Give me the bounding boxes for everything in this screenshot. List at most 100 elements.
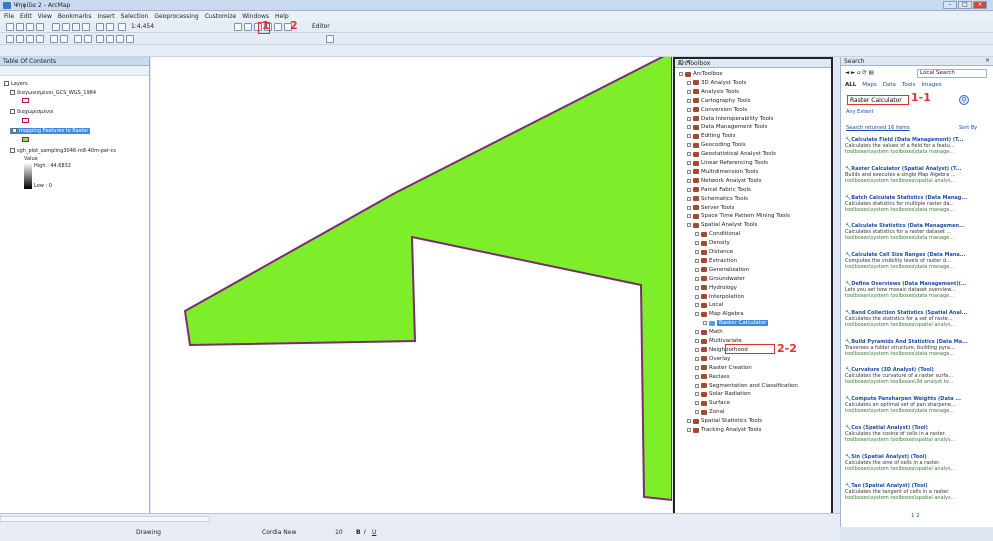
expand-icon[interactable] — [695, 312, 699, 317]
menu-view[interactable]: View — [38, 13, 52, 20]
expand-icon[interactable] — [695, 258, 699, 263]
toolset-item[interactable]: Overlay — [695, 356, 730, 362]
checkbox-icon[interactable] — [10, 109, 15, 114]
any-extent-link[interactable]: Any Extent — [846, 109, 873, 115]
expand-icon[interactable] — [695, 232, 699, 237]
identify-icon[interactable] — [106, 35, 114, 43]
layers-root[interactable]: Layers — [4, 81, 28, 87]
tab-all[interactable]: ALL — [845, 82, 856, 88]
toolbox-item[interactable]: Geostatistical Analyst Tools — [687, 151, 776, 157]
toolbox-item[interactable]: Spatial Statistics Tools — [687, 418, 762, 424]
toolset-item[interactable]: Local — [695, 302, 723, 308]
expand-icon[interactable] — [695, 241, 699, 246]
close-button[interactable]: × — [973, 1, 987, 9]
back-icon[interactable] — [50, 35, 58, 43]
toolbox-item[interactable]: Conversion Tools — [687, 107, 747, 113]
bold-button[interactable]: B — [356, 529, 361, 536]
expand-icon[interactable] — [687, 419, 691, 424]
result-title[interactable]: Band Collection Statistics (Spatial Anal… — [851, 310, 967, 316]
toolbox-item[interactable]: Server Tools — [687, 205, 734, 211]
menu-edit[interactable]: Edit — [20, 13, 32, 20]
italic-button[interactable]: I — [364, 529, 366, 536]
toolbox-item[interactable]: Network Analyst Tools — [687, 178, 761, 184]
expand-icon[interactable] — [687, 89, 691, 94]
menu-geoprocessing[interactable]: Geoprocessing — [154, 13, 198, 20]
expand-icon[interactable] — [687, 134, 691, 139]
toolset-item[interactable]: Hydrology — [695, 285, 737, 291]
toolset-item[interactable]: Zonal — [695, 409, 725, 415]
tab-maps[interactable]: Maps — [862, 82, 876, 88]
menu-bookmarks[interactable]: Bookmarks — [58, 13, 92, 20]
toolbox-item[interactable]: Data Interoperability Tools — [687, 116, 773, 122]
measure-icon[interactable] — [126, 35, 134, 43]
delete-icon[interactable] — [82, 23, 90, 31]
layer-item-selected[interactable]: mapping Features to Raster — [10, 128, 91, 134]
search-result[interactable]: 🔧Calculate Statistics (Data Managemen...… — [845, 223, 991, 241]
expand-icon[interactable] — [687, 80, 691, 85]
toolset-item[interactable]: Surface — [695, 400, 730, 406]
table-of-contents-icon[interactable] — [244, 23, 252, 31]
toolbox-item[interactable]: Linear Referencing Tools — [687, 160, 768, 166]
expand-icon[interactable] — [687, 161, 691, 165]
toolset-item[interactable]: Conditional — [695, 231, 740, 237]
expand-icon[interactable] — [687, 169, 691, 174]
expand-icon[interactable] — [695, 330, 699, 335]
layers-expand-icon[interactable] — [4, 81, 9, 86]
open-icon[interactable] — [16, 23, 24, 31]
expand-icon[interactable] — [687, 196, 691, 201]
editor-menu[interactable]: Editor — [312, 23, 330, 30]
layer-item[interactable]: sgh_plot_sampling3046-m8-40m-per-cs — [10, 148, 116, 154]
expand-icon[interactable] — [687, 205, 691, 210]
search-result[interactable]: 🔧Calculate Cell Size Ranges (Data Mana..… — [845, 252, 991, 270]
toolset-item[interactable]: Math — [695, 329, 723, 335]
menu-help[interactable]: Help — [275, 13, 289, 20]
expand-icon[interactable] — [695, 250, 699, 254]
expand-icon[interactable] — [687, 187, 691, 192]
menu-insert[interactable]: Insert — [97, 13, 114, 20]
toolbox-item[interactable]: Geocoding Tools — [687, 142, 746, 148]
search-result[interactable]: 🔧Cos (Spatial Analyst) (Tool) Calculates … — [845, 425, 991, 443]
toolbox-item[interactable]: Schematics Tools — [687, 196, 748, 202]
select-elements-icon[interactable] — [96, 35, 104, 43]
zoom-out-icon[interactable] — [16, 35, 24, 43]
toolbox-item[interactable]: Space Time Pattern Mining Tools — [687, 213, 790, 219]
toolset-item[interactable]: Extraction — [695, 258, 737, 264]
toolbox-item[interactable]: Parcel Fabric Tools — [687, 187, 751, 193]
toolbox-item[interactable]: Multidimension Tools — [687, 169, 758, 175]
maximize-button[interactable]: □ — [958, 1, 972, 9]
expand-icon[interactable] — [695, 276, 699, 281]
toolset-item[interactable]: Solar Radiation — [695, 391, 751, 397]
find-icon[interactable] — [116, 35, 124, 43]
expand-icon[interactable] — [703, 321, 707, 326]
full-extent-icon[interactable] — [36, 35, 44, 43]
toolset-item[interactable]: Generalization — [695, 267, 749, 273]
redo-icon[interactable] — [106, 23, 114, 31]
expand-icon[interactable] — [695, 285, 699, 290]
search-icon[interactable]: ⚲ — [959, 95, 969, 105]
search-result[interactable]: 🔧Sin (Spatial Analyst) (Tool) Calculates … — [845, 454, 991, 472]
search-result[interactable]: 🔧Curvature (3D Analyst) (Tool) Calculates… — [845, 367, 991, 385]
tool-raster-calculator[interactable]: Raster Calculator — [703, 320, 769, 327]
drawing-menu[interactable]: Drawing — [136, 529, 161, 536]
search-result[interactable]: 🔧Tan (Spatial Analyst) (Tool) Calculates … — [845, 483, 991, 501]
expand-icon[interactable] — [687, 116, 691, 121]
toolbox-item[interactable]: Tracking Analyst Tools — [687, 427, 761, 433]
result-title[interactable]: Batch Calculate Statistics (Data Manag..… — [851, 195, 967, 201]
expand-icon[interactable] — [687, 428, 691, 432]
expand-icon[interactable] — [695, 303, 699, 308]
expand-icon[interactable] — [695, 339, 699, 343]
pan-icon[interactable] — [26, 35, 34, 43]
search-result[interactable]: 🔧Batch Calculate Statistics (Data Manag.… — [845, 195, 991, 213]
expand-icon[interactable] — [687, 107, 691, 112]
toolset-item[interactable]: Raster Creation — [695, 365, 752, 371]
checkbox-icon[interactable] — [12, 128, 17, 133]
undo-icon[interactable] — [96, 23, 104, 31]
font-size-dropdown[interactable]: 10 — [335, 529, 343, 536]
horizontal-scrollbar[interactable] — [0, 516, 210, 522]
layer-item[interactable]: διαγωνισμένοι_GCS_WGS_1984 — [10, 90, 96, 96]
expand-icon[interactable] — [695, 392, 699, 397]
expand-icon[interactable] — [695, 374, 699, 379]
save-icon[interactable] — [26, 23, 34, 31]
toolbox-root[interactable]: ArcToolbox — [679, 71, 723, 77]
result-title[interactable]: Sin (Spatial Analyst) (Tool) — [851, 454, 926, 460]
